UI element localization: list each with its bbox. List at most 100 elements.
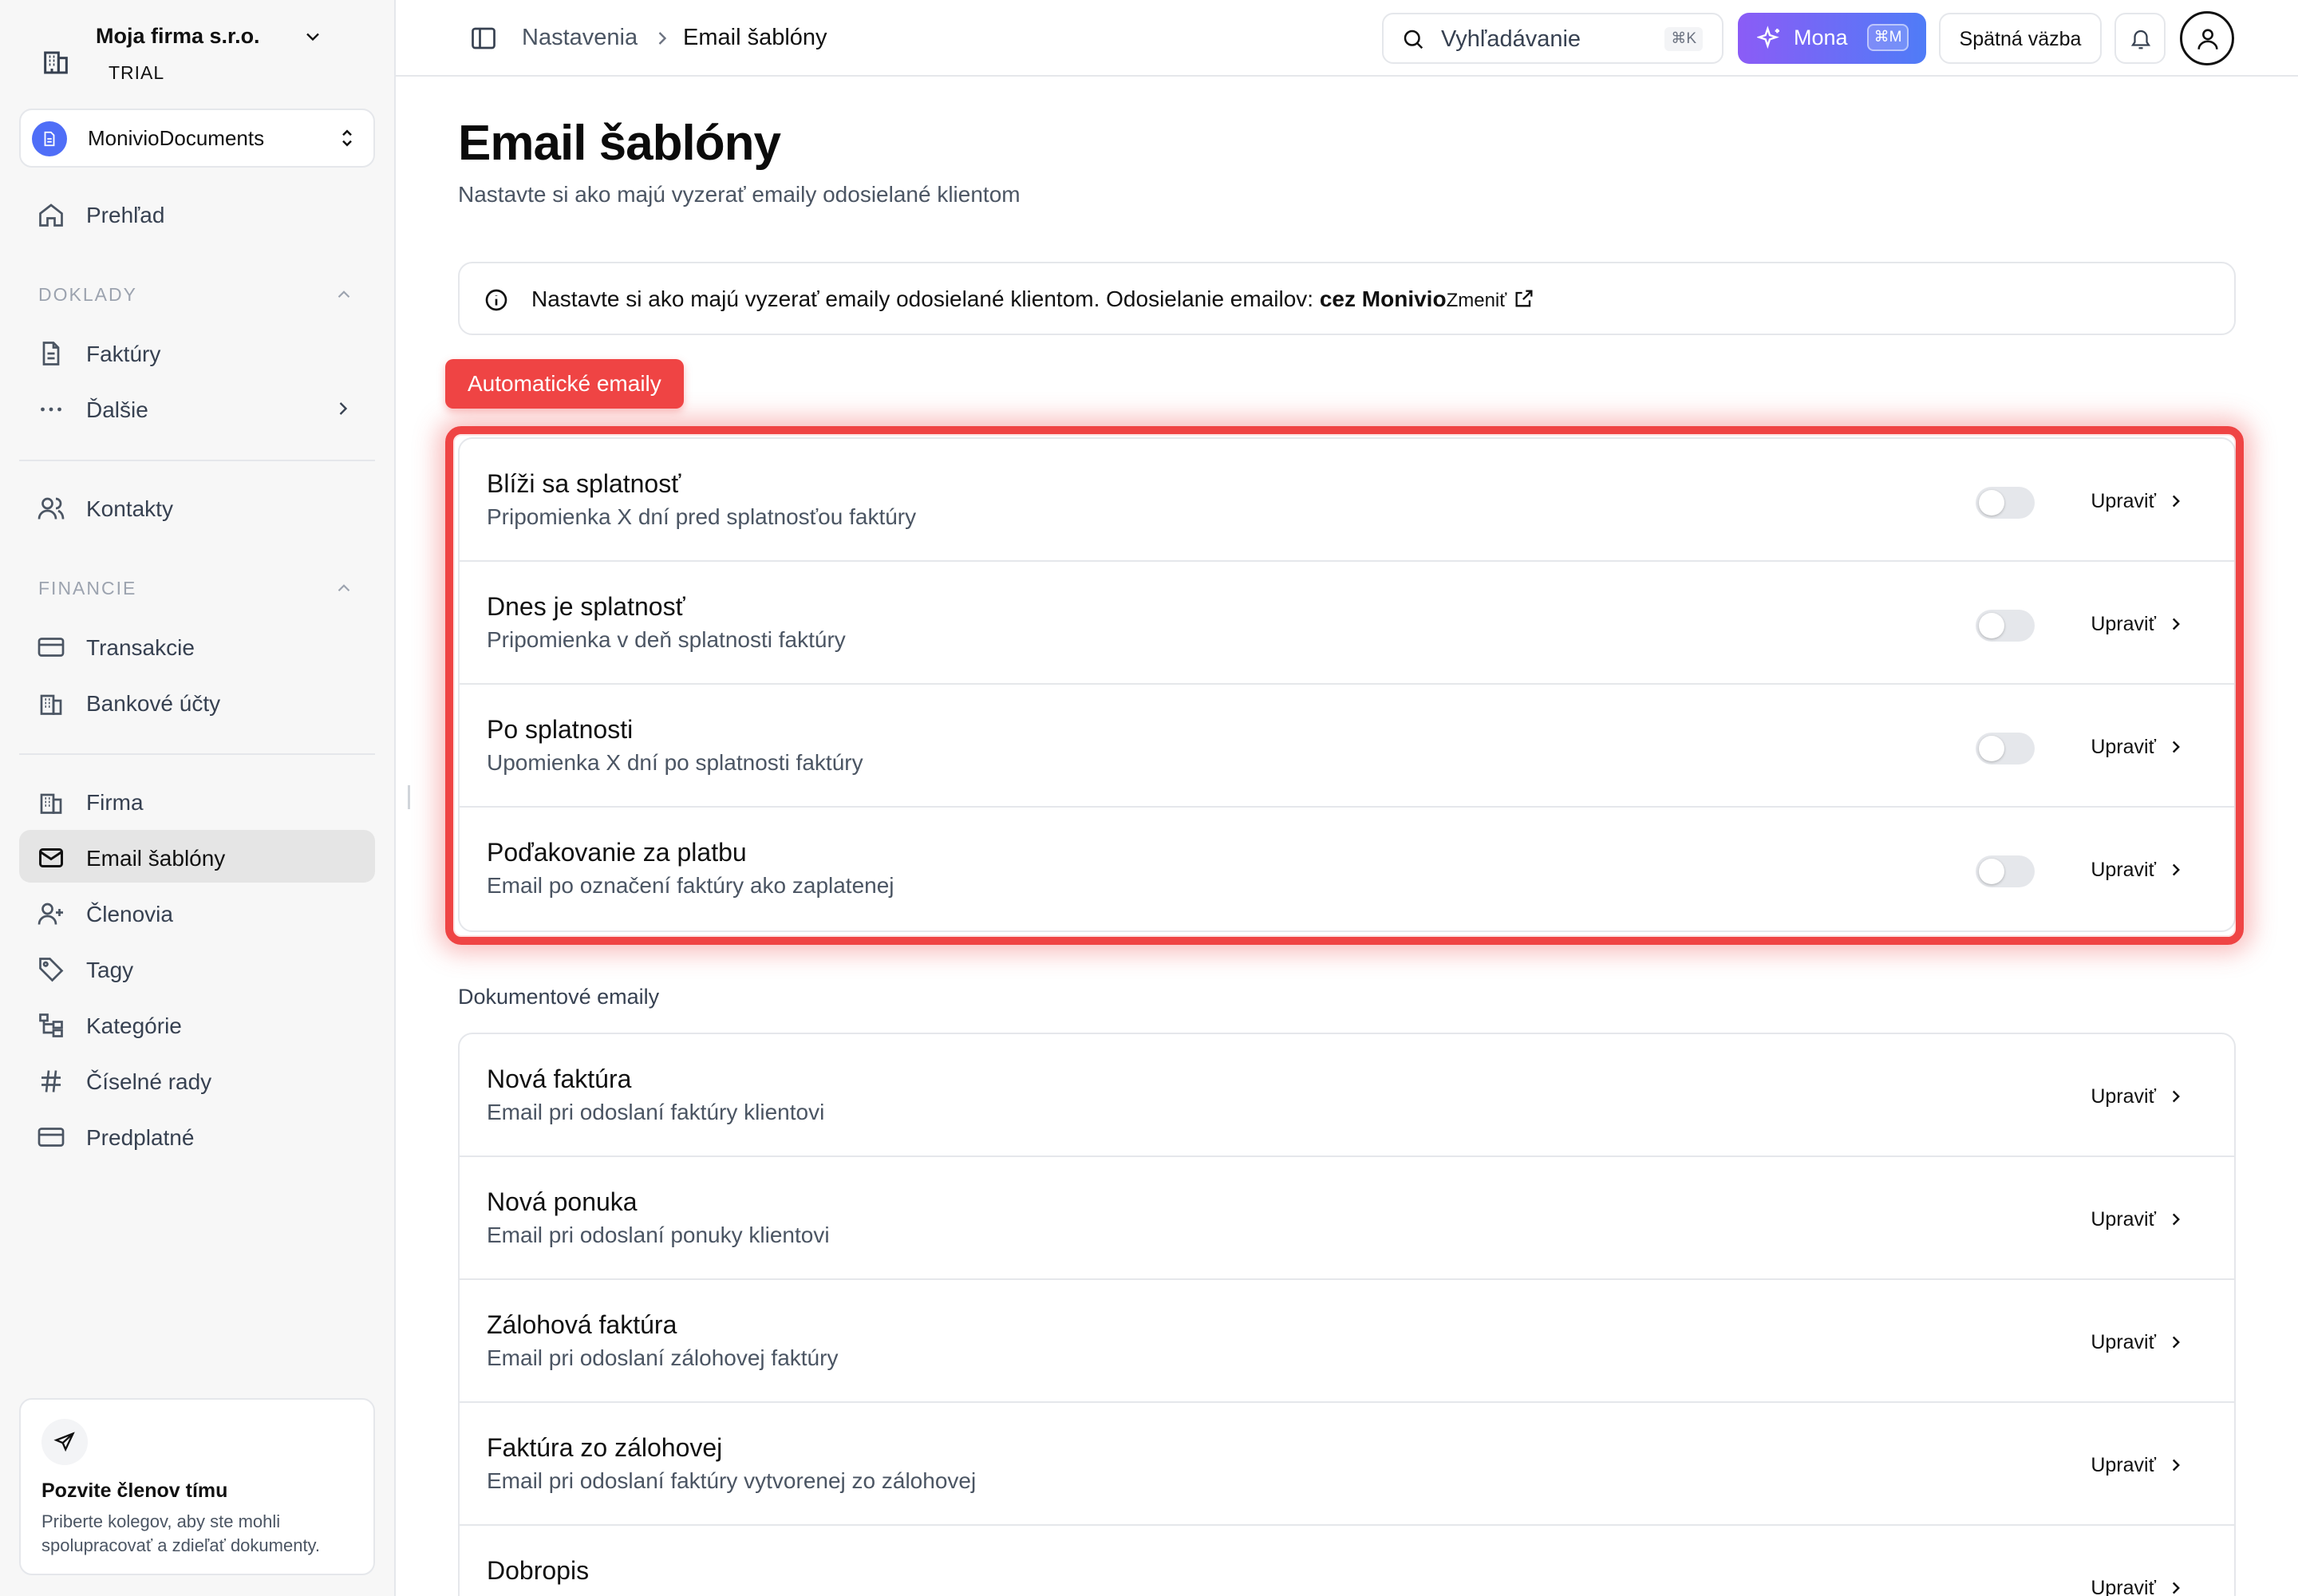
- chevron-right-icon: [658, 32, 667, 45]
- sidebar-item-contacts[interactable]: Kontakty: [19, 480, 375, 533]
- sidebar-item-tags[interactable]: Tagy: [19, 942, 375, 994]
- edit-button[interactable]: Upraviť: [2091, 1572, 2186, 1596]
- list-item[interactable]: Nová ponuka Email pri odoslaní ponuky kl…: [460, 1157, 2234, 1280]
- sidebar-item-number-series[interactable]: Číselné rady: [19, 1053, 375, 1106]
- sidebar-item-bank-accounts[interactable]: Bankové účty: [19, 675, 375, 728]
- list-item[interactable]: Faktúra zo zálohovej Email pri odoslaní …: [460, 1403, 2234, 1526]
- enable-toggle[interactable]: [1976, 855, 2035, 887]
- sidebar-item-transactions[interactable]: Transakcie: [19, 619, 375, 672]
- chevron-right-icon: [339, 402, 348, 415]
- topbar: Nastavenia Email šablóny Vyhľadávanie ⌘K…: [396, 0, 2298, 77]
- org-switcher[interactable]: Moja firma s.r.o. TRIAL: [32, 19, 367, 96]
- auto-emails-list: Blíži sa splatnosť Pripomienka X dní pre…: [458, 437, 2236, 932]
- mona-button[interactable]: Mona ⌘M: [1738, 13, 1926, 64]
- change-link[interactable]: Zmeniť: [1447, 290, 1507, 311]
- search-input[interactable]: Vyhľadávanie ⌘K: [1382, 13, 1724, 64]
- building-icon: [40, 793, 62, 814]
- sidebar-item-subscription[interactable]: Predplatné: [19, 1109, 375, 1162]
- list-item[interactable]: Nová faktúra Email pri odoslaní faktúry …: [460, 1034, 2234, 1157]
- plan-badge: TRIAL: [109, 62, 165, 83]
- file-text-icon: [42, 342, 60, 365]
- info-banner: Nastavte si ako majú vyzerať emaily odos…: [458, 262, 2236, 335]
- invite-card[interactable]: Pozvite členov tímu Priberte kolegov, ab…: [19, 1398, 375, 1575]
- search-placeholder: Vyhľadávanie: [1441, 26, 1581, 52]
- edit-button[interactable]: Upraviť: [2091, 1326, 2186, 1358]
- chevron-right-icon: [2172, 1582, 2180, 1594]
- breadcrumb-current: Email šablóny: [683, 25, 827, 50]
- tag-icon: [39, 958, 64, 982]
- feedback-button[interactable]: Spätná väzba: [1939, 13, 2102, 64]
- page-title: Email šablóny: [458, 116, 781, 171]
- document-icon: [32, 121, 67, 156]
- edit-button[interactable]: Upraviť: [2091, 731, 2186, 763]
- workspace-name: MonivioDocuments: [88, 126, 265, 150]
- sidebar-toggle-icon[interactable]: [469, 24, 498, 53]
- invite-description: Priberte kolegov, aby ste mohli spolupra…: [41, 1511, 321, 1555]
- hash-icon: [41, 1070, 61, 1092]
- chevron-right-icon: [2172, 495, 2180, 508]
- chevron-up-icon[interactable]: [334, 578, 354, 598]
- building-icon: [44, 51, 68, 74]
- chevron-up-icon[interactable]: [334, 284, 354, 305]
- sidebar-item-members[interactable]: Členovia: [19, 886, 375, 938]
- list-item[interactable]: Poďakovanie za platbu Email po označení …: [460, 808, 2234, 930]
- enable-toggle[interactable]: [1976, 610, 2035, 642]
- chevron-right-icon: [2172, 1213, 2180, 1226]
- chevron-right-icon: [2172, 1459, 2180, 1472]
- external-link-icon[interactable]: [1513, 287, 1535, 310]
- sidebar-resize-handle[interactable]: [408, 785, 411, 809]
- more-horizontal-icon: [41, 407, 61, 412]
- notifications-button[interactable]: [2114, 13, 2166, 64]
- sidebar-item-overview[interactable]: Prehľad: [19, 187, 375, 239]
- sidebar-item-company[interactable]: Firma: [19, 774, 375, 827]
- users-icon: [38, 497, 65, 519]
- user-plus-icon: [38, 903, 63, 925]
- edit-button[interactable]: Upraviť: [2091, 608, 2186, 640]
- chevrons-up-down-icon: [342, 129, 352, 147]
- edit-button[interactable]: Upraviť: [2091, 485, 2186, 517]
- sidebar-item-invoices[interactable]: Faktúry: [19, 326, 375, 378]
- bell-icon: [2130, 30, 2151, 49]
- workspace-switcher[interactable]: MonivioDocuments: [19, 109, 375, 168]
- user-avatar[interactable]: [2180, 11, 2234, 65]
- sending-method: cez Monivio: [1319, 286, 1447, 311]
- mona-shortcut: ⌘M: [1867, 24, 1909, 51]
- page-subtitle: Nastavte si ako majú vyzerať emaily odos…: [458, 182, 1021, 207]
- home-icon: [39, 203, 63, 227]
- list-item[interactable]: Blíži sa splatnosť Pripomienka X dní pre…: [460, 439, 2234, 562]
- mona-label: Mona: [1794, 26, 1848, 49]
- edit-button[interactable]: Upraviť: [2091, 854, 2186, 886]
- auto-emails-badge: Automatické emaily: [445, 359, 684, 409]
- org-name: Moja firma s.r.o.: [96, 24, 260, 48]
- enable-toggle[interactable]: [1976, 487, 2035, 519]
- list-item[interactable]: Po splatnosti Upomienka X dní po splatno…: [460, 685, 2234, 808]
- building-icon: [40, 694, 62, 715]
- enable-toggle[interactable]: [1976, 733, 2035, 764]
- mail-icon: [39, 848, 63, 867]
- breadcrumb-settings[interactable]: Nastavenia: [522, 25, 638, 51]
- edit-button[interactable]: Upraviť: [2091, 1449, 2186, 1481]
- search-shortcut: ⌘K: [1664, 27, 1703, 51]
- sidebar-item-more[interactable]: Ďalšie: [19, 381, 375, 434]
- sidebar-divider: [19, 460, 375, 461]
- sidebar-item-email-templates[interactable]: Email šablóny: [19, 830, 375, 883]
- doc-emails-list: Nová faktúra Email pri odoslaní faktúry …: [458, 1033, 2236, 1596]
- search-icon: [1404, 30, 1423, 49]
- invite-title: Pozvite členov tímu: [41, 1479, 228, 1502]
- chevron-right-icon: [2172, 618, 2180, 630]
- chevron-right-icon: [2172, 863, 2180, 876]
- list-item[interactable]: Dnes je splatnosť Pripomienka v deň spla…: [460, 562, 2234, 685]
- sidebar: Moja firma s.r.o. TRIAL MonivioDocuments…: [0, 0, 396, 1596]
- chevron-down-icon: [306, 33, 319, 41]
- section-title-documents: DOKLADY: [38, 284, 137, 305]
- sparkles-icon: [1757, 26, 1779, 49]
- list-item[interactable]: Zálohová faktúra Email pri odoslaní zálo…: [460, 1280, 2234, 1403]
- chevron-right-icon: [2172, 1090, 2180, 1103]
- chevron-right-icon: [2172, 1336, 2180, 1349]
- edit-button[interactable]: Upraviť: [2091, 1080, 2186, 1112]
- doc-emails-label: Dokumentové emaily: [458, 985, 660, 1009]
- chevron-right-icon: [2172, 741, 2180, 753]
- list-item[interactable]: Dobropis Upraviť: [460, 1526, 2234, 1596]
- sidebar-item-categories[interactable]: Kategórie: [19, 998, 375, 1050]
- edit-button[interactable]: Upraviť: [2091, 1203, 2186, 1235]
